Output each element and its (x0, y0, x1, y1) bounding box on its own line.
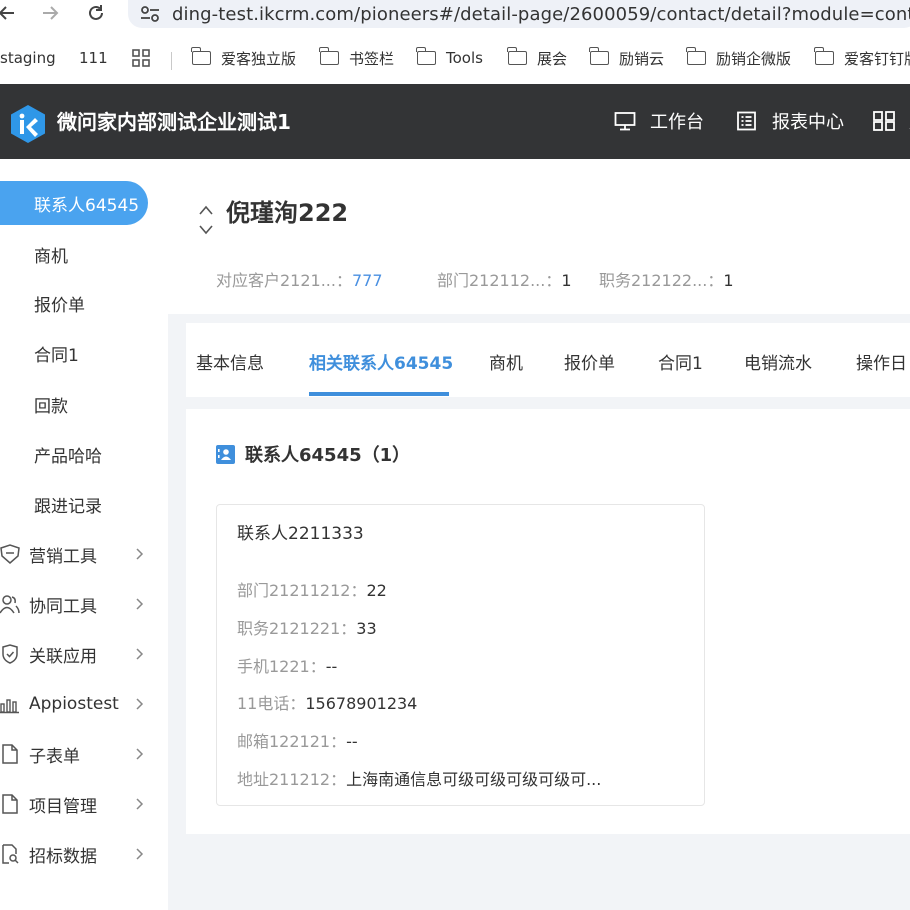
bookmark-folder-expo[interactable]: 展会 (507, 46, 567, 70)
tab-basic-info[interactable]: 基本信息 (196, 349, 264, 374)
sidebar-item-contract[interactable]: 合同1 (0, 331, 168, 375)
meta-position: 职务212122...：1 (599, 271, 734, 290)
contact-name[interactable]: 联系人2211333 (237, 519, 364, 544)
site-settings-icon[interactable] (140, 5, 160, 23)
bookmark-folder-lixiaoyun[interactable]: 励销云 (589, 46, 664, 70)
sidebar-group-collaboration[interactable]: 协同工具 (0, 582, 168, 626)
meta-department: 部门212112...：1 (437, 271, 572, 290)
chevron-right-icon (136, 598, 144, 610)
contact-card-icon (216, 444, 235, 464)
back-icon[interactable] (0, 0, 20, 26)
bookmark-folder-bar[interactable]: 书签栏 (319, 46, 394, 70)
sidebar-item-quote[interactable]: 报价单 (0, 281, 168, 325)
tag-icon (0, 544, 20, 564)
bookmark-111[interactable]: 111 (79, 46, 108, 70)
sidebar-group-projects[interactable]: 项目管理 (0, 782, 168, 826)
tab-opportunity[interactable]: 商机 (489, 349, 523, 374)
bookmark-folder-wecom[interactable]: 励销企微版 (686, 46, 791, 70)
tab-related-contacts[interactable]: 相关联系人64545 (309, 349, 453, 374)
field-email: 邮箱122121：-- (237, 732, 358, 751)
chevron-right-icon (136, 798, 144, 810)
tab-quote[interactable]: 报价单 (564, 349, 615, 374)
field-phone: 11电话：15678901234 (237, 694, 418, 713)
record-title: 倪瑾洵222 (226, 199, 349, 227)
customer-link[interactable]: 777 (352, 271, 383, 290)
apps-grid-icon (873, 111, 895, 131)
folder-icon (686, 47, 706, 65)
section-title: 联系人64545（1） (216, 441, 410, 467)
nav-apps[interactable]: 应 (873, 108, 910, 134)
meta-customer: 对应客户2121...：777 (216, 271, 383, 290)
search-document-icon (2, 844, 19, 864)
bookmark-folder-tools[interactable]: Tools (416, 46, 483, 70)
bookmark-folder-aike[interactable]: 爱客独立版 (191, 46, 296, 70)
bookmarks-bar: staging 111 爱客独立版 书签栏 Tools 展会 励销云 励销企微版… (0, 42, 910, 74)
folder-icon (507, 47, 527, 65)
folder-icon (814, 47, 834, 65)
sidebar-group-linked-apps[interactable]: 关联应用 (0, 632, 168, 676)
reload-icon[interactable] (83, 0, 109, 26)
sidebar-item-followup[interactable]: 跟进记录 (0, 482, 168, 526)
sidebar-item-payment[interactable]: 回款 (0, 382, 168, 426)
folder-icon (589, 47, 609, 65)
app-header: 微问家内部测试企业测试1 工作台 报表中心 应 (0, 84, 910, 159)
field-department: 部门21211212：22 (237, 581, 387, 600)
field-mobile: 手机1221：-- (237, 657, 338, 676)
document-icon (2, 794, 18, 814)
chevron-right-icon (136, 698, 144, 710)
forward-icon[interactable] (37, 0, 63, 26)
nav-workbench[interactable]: 工作台 (614, 108, 704, 134)
users-icon (0, 595, 20, 614)
field-position: 职务2121221：33 (237, 619, 377, 638)
chevron-right-icon (136, 548, 144, 560)
address-row: ding-test.ikcrm.com/pioneers#/detail-pag… (0, 0, 910, 28)
url-text[interactable]: ding-test.ikcrm.com/pioneers#/detail-pag… (172, 4, 910, 25)
sidebar-group-marketing[interactable]: 营销工具 (0, 532, 168, 576)
company-logo-icon[interactable] (10, 104, 46, 144)
tab-operation-log[interactable]: 操作日 (856, 349, 907, 374)
bookmark-folder-dingtalk[interactable]: 爱客钉钉版 (814, 46, 910, 70)
sidebar-group-appiostest[interactable]: Appiostest (0, 682, 168, 726)
bookmark-staging[interactable]: staging (0, 46, 56, 70)
document-icon (2, 744, 18, 764)
tab-bar: 基本信息 相关联系人64545 商机 报价单 合同1 电销流水 操作日 (186, 323, 910, 397)
sidebar-item-product[interactable]: 产品哈哈 (0, 432, 168, 476)
folder-icon (416, 47, 436, 65)
browser-chrome: ding-test.ikcrm.com/pioneers#/detail-pag… (0, 0, 910, 84)
folder-icon (191, 47, 211, 65)
contact-card[interactable]: 联系人2211333 部门21211212：22 职务2121221：33 手机… (216, 504, 705, 806)
shield-icon (2, 644, 18, 664)
sidebar-item-contacts[interactable]: 联系人64545 (0, 181, 148, 225)
field-address: 地址211212：上海南通信息可级可级可级可级可... (237, 770, 602, 789)
nav-reports[interactable]: 报表中心 (736, 108, 844, 134)
active-tab-indicator (309, 392, 449, 396)
prev-next-record-icon[interactable] (198, 203, 214, 237)
folder-icon (319, 47, 339, 65)
monitor-icon (614, 112, 636, 131)
main-content: 倪瑾洵222 对应客户2121...：777 部门212112...：1 职务2… (168, 159, 910, 910)
detail-header: 倪瑾洵222 对应客户2121...：777 部门212112...：1 职务2… (168, 159, 910, 314)
chevron-right-icon (136, 748, 144, 760)
sidebar-item-opportunity[interactable]: 商机 (0, 232, 168, 276)
sidebar-group-bidding[interactable]: 招标数据 (0, 832, 168, 876)
related-contacts-panel: 联系人64545（1） 联系人2211333 部门21211212：22 职务2… (186, 409, 910, 834)
sidebar-group-subform[interactable]: 子表单 (0, 732, 168, 776)
tab-call-records[interactable]: 电销流水 (744, 349, 812, 374)
chevron-right-icon (136, 648, 144, 660)
company-name[interactable]: 微问家内部测试企业测试1 (57, 106, 291, 135)
bookmark-separator (171, 52, 172, 70)
address-bar[interactable]: ding-test.ikcrm.com/pioneers#/detail-pag… (128, 0, 910, 28)
report-icon (737, 111, 756, 131)
sidebar: 联系人64545 商机 报价单 合同1 回款 产品哈哈 跟进记录 营销工具 协同… (0, 159, 168, 910)
chevron-right-icon (136, 848, 144, 860)
bar-chart-icon (0, 699, 19, 714)
tab-contract[interactable]: 合同1 (658, 349, 703, 374)
apps-grid-icon[interactable] (132, 46, 150, 70)
